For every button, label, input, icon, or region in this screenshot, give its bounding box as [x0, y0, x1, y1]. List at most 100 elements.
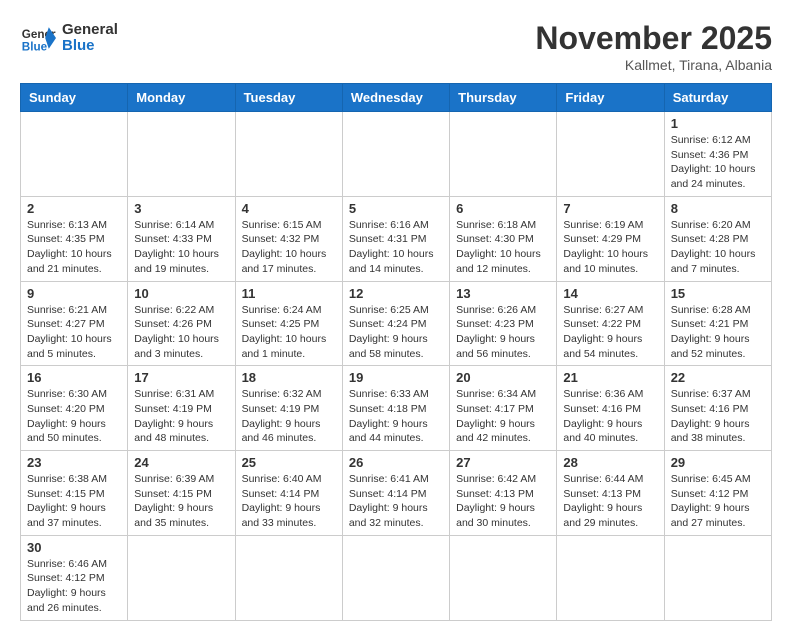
- day-cell: 4 Sunrise: 6:15 AM Sunset: 4:32 PM Daylig…: [235, 196, 342, 281]
- day-info: Sunrise: 6:22 AM Sunset: 4:26 PM Dayligh…: [134, 303, 228, 362]
- day-number: 10: [134, 286, 228, 301]
- day-info: Sunrise: 6:16 AM Sunset: 4:31 PM Dayligh…: [349, 218, 443, 277]
- column-header-monday: Monday: [128, 84, 235, 112]
- day-cell: [450, 112, 557, 197]
- day-number: 27: [456, 455, 550, 470]
- day-info: Sunrise: 6:34 AM Sunset: 4:17 PM Dayligh…: [456, 387, 550, 446]
- day-number: 22: [671, 370, 765, 385]
- day-number: 14: [563, 286, 657, 301]
- day-cell: 13Sunrise: 6:26 AM Sunset: 4:23 PM Dayli…: [450, 281, 557, 366]
- day-cell: 29Sunrise: 6:45 AM Sunset: 4:12 PM Dayli…: [664, 451, 771, 536]
- day-number: 1: [671, 116, 765, 131]
- day-cell: 16 Sunrise: 6:30 AM Sunset: 4:20 PM Dayli…: [21, 366, 128, 451]
- column-header-sunday: Sunday: [21, 84, 128, 112]
- day-cell: 10 Sunrise: 6:22 AM Sunset: 4:26 PM Dayli…: [128, 281, 235, 366]
- column-header-thursday: Thursday: [450, 84, 557, 112]
- day-number: 4: [242, 201, 336, 216]
- day-number: 19: [349, 370, 443, 385]
- day-cell: 20Sunrise: 6:34 AM Sunset: 4:17 PM Dayli…: [450, 366, 557, 451]
- day-info: Sunrise: 6:45 AM Sunset: 4:12 PM Dayligh…: [671, 472, 765, 531]
- day-cell: 28 Sunrise: 6:44 AM Sunset: 4:13 PM Dayli…: [557, 451, 664, 536]
- day-info: Sunrise: 6:13 AM Sunset: 4:35 PM Dayligh…: [27, 218, 121, 277]
- day-cell: 19 Sunrise: 6:33 AM Sunset: 4:18 PM Dayli…: [342, 366, 449, 451]
- svg-text:Blue: Blue: [22, 41, 48, 54]
- day-info: Sunrise: 6:33 AM Sunset: 4:18 PM Dayligh…: [349, 387, 443, 446]
- title-section: November 2025 Kallmet, Tirana, Albania: [535, 20, 772, 73]
- day-cell: 2 Sunrise: 6:13 AM Sunset: 4:35 PM Daylig…: [21, 196, 128, 281]
- day-cell: 26Sunrise: 6:41 AM Sunset: 4:14 PM Dayli…: [342, 451, 449, 536]
- day-info: Sunrise: 6:30 AM Sunset: 4:20 PM Dayligh…: [27, 387, 121, 446]
- day-info: Sunrise: 6:12 AM Sunset: 4:36 PM Dayligh…: [671, 133, 765, 192]
- day-cell: 14 Sunrise: 6:27 AM Sunset: 4:22 PM Dayli…: [557, 281, 664, 366]
- day-cell: 8 Sunrise: 6:20 AM Sunset: 4:28 PM Daylig…: [664, 196, 771, 281]
- day-cell: 17Sunrise: 6:31 AM Sunset: 4:19 PM Dayli…: [128, 366, 235, 451]
- day-info: Sunrise: 6:28 AM Sunset: 4:21 PM Dayligh…: [671, 303, 765, 362]
- page-header: General Blue General Blue November 2025 …: [20, 20, 772, 73]
- day-cell: 25 Sunrise: 6:40 AM Sunset: 4:14 PM Dayli…: [235, 451, 342, 536]
- day-info: Sunrise: 6:39 AM Sunset: 4:15 PM Dayligh…: [134, 472, 228, 531]
- header-row: SundayMondayTuesdayWednesdayThursdayFrid…: [21, 84, 772, 112]
- day-info: Sunrise: 6:46 AM Sunset: 4:12 PM Dayligh…: [27, 557, 121, 616]
- day-cell: [557, 112, 664, 197]
- logo-blue-text: Blue: [62, 38, 118, 55]
- calendar-body: 1 Sunrise: 6:12 AM Sunset: 4:36 PM Daylig…: [21, 112, 772, 621]
- day-info: Sunrise: 6:40 AM Sunset: 4:14 PM Dayligh…: [242, 472, 336, 531]
- calendar-header: SundayMondayTuesdayWednesdayThursdayFrid…: [21, 84, 772, 112]
- day-cell: [128, 535, 235, 620]
- day-cell: [557, 535, 664, 620]
- week-row-5: 30 Sunrise: 6:46 AM Sunset: 4:12 PM Dayli…: [21, 535, 772, 620]
- day-number: 23: [27, 455, 121, 470]
- day-cell: 30 Sunrise: 6:46 AM Sunset: 4:12 PM Dayli…: [21, 535, 128, 620]
- day-info: Sunrise: 6:42 AM Sunset: 4:13 PM Dayligh…: [456, 472, 550, 531]
- day-info: Sunrise: 6:27 AM Sunset: 4:22 PM Dayligh…: [563, 303, 657, 362]
- day-number: 21: [563, 370, 657, 385]
- day-number: 17: [134, 370, 228, 385]
- day-number: 25: [242, 455, 336, 470]
- day-cell: [235, 535, 342, 620]
- day-cell: 6Sunrise: 6:18 AM Sunset: 4:30 PM Daylig…: [450, 196, 557, 281]
- week-row-4: 23 Sunrise: 6:38 AM Sunset: 4:15 PM Dayli…: [21, 451, 772, 536]
- column-header-friday: Friday: [557, 84, 664, 112]
- day-info: Sunrise: 6:20 AM Sunset: 4:28 PM Dayligh…: [671, 218, 765, 277]
- week-row-2: 9Sunrise: 6:21 AM Sunset: 4:27 PM Daylig…: [21, 281, 772, 366]
- day-cell: 5 Sunrise: 6:16 AM Sunset: 4:31 PM Daylig…: [342, 196, 449, 281]
- day-cell: 3Sunrise: 6:14 AM Sunset: 4:33 PM Daylig…: [128, 196, 235, 281]
- logo: General Blue General Blue: [20, 20, 118, 56]
- day-number: 7: [563, 201, 657, 216]
- logo-icon: General Blue: [20, 20, 56, 56]
- day-cell: [21, 112, 128, 197]
- day-info: Sunrise: 6:19 AM Sunset: 4:29 PM Dayligh…: [563, 218, 657, 277]
- day-cell: [128, 112, 235, 197]
- location-subtitle: Kallmet, Tirana, Albania: [535, 57, 772, 73]
- day-info: Sunrise: 6:26 AM Sunset: 4:23 PM Dayligh…: [456, 303, 550, 362]
- day-cell: 7 Sunrise: 6:19 AM Sunset: 4:29 PM Daylig…: [557, 196, 664, 281]
- day-cell: 22Sunrise: 6:37 AM Sunset: 4:16 PM Dayli…: [664, 366, 771, 451]
- day-number: 8: [671, 201, 765, 216]
- day-info: Sunrise: 6:15 AM Sunset: 4:32 PM Dayligh…: [242, 218, 336, 277]
- day-cell: [342, 535, 449, 620]
- day-info: Sunrise: 6:32 AM Sunset: 4:19 PM Dayligh…: [242, 387, 336, 446]
- day-cell: 21 Sunrise: 6:36 AM Sunset: 4:16 PM Dayli…: [557, 366, 664, 451]
- day-cell: 15Sunrise: 6:28 AM Sunset: 4:21 PM Dayli…: [664, 281, 771, 366]
- day-number: 16: [27, 370, 121, 385]
- day-cell: 12Sunrise: 6:25 AM Sunset: 4:24 PM Dayli…: [342, 281, 449, 366]
- day-info: Sunrise: 6:38 AM Sunset: 4:15 PM Dayligh…: [27, 472, 121, 531]
- week-row-1: 2 Sunrise: 6:13 AM Sunset: 4:35 PM Daylig…: [21, 196, 772, 281]
- column-header-tuesday: Tuesday: [235, 84, 342, 112]
- day-cell: [664, 535, 771, 620]
- day-info: Sunrise: 6:36 AM Sunset: 4:16 PM Dayligh…: [563, 387, 657, 446]
- day-number: 30: [27, 540, 121, 555]
- day-number: 11: [242, 286, 336, 301]
- day-cell: 27 Sunrise: 6:42 AM Sunset: 4:13 PM Dayli…: [450, 451, 557, 536]
- day-number: 2: [27, 201, 121, 216]
- day-number: 24: [134, 455, 228, 470]
- day-info: Sunrise: 6:44 AM Sunset: 4:13 PM Dayligh…: [563, 472, 657, 531]
- day-cell: 11Sunrise: 6:24 AM Sunset: 4:25 PM Dayli…: [235, 281, 342, 366]
- day-info: Sunrise: 6:21 AM Sunset: 4:27 PM Dayligh…: [27, 303, 121, 362]
- day-info: Sunrise: 6:18 AM Sunset: 4:30 PM Dayligh…: [456, 218, 550, 277]
- day-cell: 18Sunrise: 6:32 AM Sunset: 4:19 PM Dayli…: [235, 366, 342, 451]
- day-cell: 24 Sunrise: 6:39 AM Sunset: 4:15 PM Dayli…: [128, 451, 235, 536]
- day-number: 5: [349, 201, 443, 216]
- logo-general-text: General: [62, 22, 118, 39]
- day-number: 28: [563, 455, 657, 470]
